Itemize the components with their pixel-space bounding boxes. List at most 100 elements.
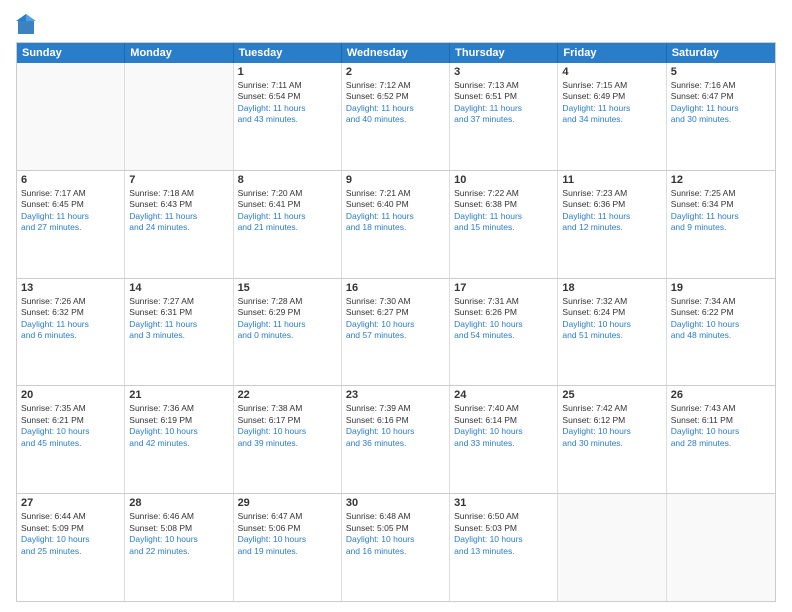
day-number: 24 bbox=[454, 389, 553, 401]
day-number: 6 bbox=[21, 174, 120, 186]
cal-cell: 11 Sunrise: 7:23 AMSunset: 6:36 PMDayligh… bbox=[558, 171, 666, 278]
cal-cell: 23 Sunrise: 7:39 AMSunset: 6:16 PMDayligh… bbox=[342, 386, 450, 493]
cal-cell: 7 Sunrise: 7:18 AMSunset: 6:43 PMDaylight… bbox=[125, 171, 233, 278]
cell-info: Sunrise: 7:23 AMSunset: 6:36 PMDaylight:… bbox=[562, 188, 661, 234]
day-number: 16 bbox=[346, 282, 445, 294]
weekday-header: Monday bbox=[125, 43, 233, 63]
cell-info: Sunrise: 7:20 AMSunset: 6:41 PMDaylight:… bbox=[238, 188, 337, 234]
cell-info: Sunrise: 7:16 AMSunset: 6:47 PMDaylight:… bbox=[671, 80, 771, 126]
cell-info: Sunrise: 7:26 AMSunset: 6:32 PMDaylight:… bbox=[21, 296, 120, 342]
day-number: 22 bbox=[238, 389, 337, 401]
day-number: 5 bbox=[671, 66, 771, 78]
cal-cell bbox=[667, 494, 775, 601]
cal-cell: 12 Sunrise: 7:25 AMSunset: 6:34 PMDayligh… bbox=[667, 171, 775, 278]
weekday-header: Thursday bbox=[450, 43, 558, 63]
cell-info: Sunrise: 7:35 AMSunset: 6:21 PMDaylight:… bbox=[21, 403, 120, 449]
cal-cell bbox=[558, 494, 666, 601]
week-row-5: 27 Sunrise: 6:44 AMSunset: 5:09 PMDayligh… bbox=[17, 494, 775, 601]
day-number: 23 bbox=[346, 389, 445, 401]
day-number: 2 bbox=[346, 66, 445, 78]
cal-cell: 14 Sunrise: 7:27 AMSunset: 6:31 PMDayligh… bbox=[125, 279, 233, 386]
cell-info: Sunrise: 7:39 AMSunset: 6:16 PMDaylight:… bbox=[346, 403, 445, 449]
cell-info: Sunrise: 7:31 AMSunset: 6:26 PMDaylight:… bbox=[454, 296, 553, 342]
day-number: 7 bbox=[129, 174, 228, 186]
cell-info: Sunrise: 6:47 AMSunset: 5:06 PMDaylight:… bbox=[238, 511, 337, 557]
cell-info: Sunrise: 6:50 AMSunset: 5:03 PMDaylight:… bbox=[454, 511, 553, 557]
cell-info: Sunrise: 7:43 AMSunset: 6:11 PMDaylight:… bbox=[671, 403, 771, 449]
weekday-header: Saturday bbox=[667, 43, 775, 63]
day-number: 8 bbox=[238, 174, 337, 186]
day-number: 21 bbox=[129, 389, 228, 401]
cell-info: Sunrise: 7:13 AMSunset: 6:51 PMDaylight:… bbox=[454, 80, 553, 126]
cell-info: Sunrise: 7:32 AMSunset: 6:24 PMDaylight:… bbox=[562, 296, 661, 342]
logo-icon bbox=[16, 12, 36, 36]
cal-cell: 22 Sunrise: 7:38 AMSunset: 6:17 PMDayligh… bbox=[234, 386, 342, 493]
cal-cell: 21Sunrise: 7:36 AMSunset: 6:19 PMDayligh… bbox=[125, 386, 233, 493]
day-number: 4 bbox=[562, 66, 661, 78]
cal-cell: 30 Sunrise: 6:48 AMSunset: 5:05 PMDayligh… bbox=[342, 494, 450, 601]
cell-info: Sunrise: 6:48 AMSunset: 5:05 PMDaylight:… bbox=[346, 511, 445, 557]
day-number: 31 bbox=[454, 497, 553, 509]
cal-cell: 26Sunrise: 7:43 AMSunset: 6:11 PMDayligh… bbox=[667, 386, 775, 493]
week-row-3: 13 Sunrise: 7:26 AMSunset: 6:32 PMDayligh… bbox=[17, 279, 775, 387]
logo bbox=[16, 12, 38, 36]
weekday-header: Friday bbox=[558, 43, 666, 63]
day-number: 19 bbox=[671, 282, 771, 294]
cell-info: Sunrise: 7:42 AMSunset: 6:12 PMDaylight:… bbox=[562, 403, 661, 449]
cell-info: Sunrise: 6:44 AMSunset: 5:09 PMDaylight:… bbox=[21, 511, 120, 557]
day-number: 12 bbox=[671, 174, 771, 186]
cal-cell bbox=[17, 63, 125, 170]
cal-cell: 31 Sunrise: 6:50 AMSunset: 5:03 PMDayligh… bbox=[450, 494, 558, 601]
cell-info: Sunrise: 7:22 AMSunset: 6:38 PMDaylight:… bbox=[454, 188, 553, 234]
calendar-header: SundayMondayTuesdayWednesdayThursdayFrid… bbox=[17, 43, 775, 63]
cal-cell: 8 Sunrise: 7:20 AMSunset: 6:41 PMDaylight… bbox=[234, 171, 342, 278]
day-number: 11 bbox=[562, 174, 661, 186]
cell-info: Sunrise: 7:34 AMSunset: 6:22 PMDaylight:… bbox=[671, 296, 771, 342]
cal-cell: 17 Sunrise: 7:31 AMSunset: 6:26 PMDayligh… bbox=[450, 279, 558, 386]
day-number: 25 bbox=[562, 389, 661, 401]
cal-cell bbox=[125, 63, 233, 170]
cal-cell: 27 Sunrise: 6:44 AMSunset: 5:09 PMDayligh… bbox=[17, 494, 125, 601]
day-number: 29 bbox=[238, 497, 337, 509]
cal-cell: 10 Sunrise: 7:22 AMSunset: 6:38 PMDayligh… bbox=[450, 171, 558, 278]
day-number: 10 bbox=[454, 174, 553, 186]
week-row-4: 20 Sunrise: 7:35 AMSunset: 6:21 PMDayligh… bbox=[17, 386, 775, 494]
cal-cell: 28Sunrise: 6:46 AMSunset: 5:08 PMDayligh… bbox=[125, 494, 233, 601]
weekday-header: Wednesday bbox=[342, 43, 450, 63]
weekday-header: Sunday bbox=[17, 43, 125, 63]
day-number: 30 bbox=[346, 497, 445, 509]
cal-cell: 9 Sunrise: 7:21 AMSunset: 6:40 PMDaylight… bbox=[342, 171, 450, 278]
cal-cell: 16Sunrise: 7:30 AMSunset: 6:27 PMDayligh… bbox=[342, 279, 450, 386]
cell-info: Sunrise: 7:12 AMSunset: 6:52 PMDaylight:… bbox=[346, 80, 445, 126]
day-number: 9 bbox=[346, 174, 445, 186]
day-number: 14 bbox=[129, 282, 228, 294]
day-number: 17 bbox=[454, 282, 553, 294]
cal-cell: 2 Sunrise: 7:12 AMSunset: 6:52 PMDaylight… bbox=[342, 63, 450, 170]
cell-info: Sunrise: 7:18 AMSunset: 6:43 PMDaylight:… bbox=[129, 188, 228, 234]
cal-cell: 3 Sunrise: 7:13 AMSunset: 6:51 PMDaylight… bbox=[450, 63, 558, 170]
calendar-body: 1Sunrise: 7:11 AMSunset: 6:54 PMDaylight… bbox=[17, 63, 775, 601]
day-number: 3 bbox=[454, 66, 553, 78]
cal-cell: 18Sunrise: 7:32 AMSunset: 6:24 PMDayligh… bbox=[558, 279, 666, 386]
cal-cell: 13 Sunrise: 7:26 AMSunset: 6:32 PMDayligh… bbox=[17, 279, 125, 386]
week-row-2: 6Sunrise: 7:17 AMSunset: 6:45 PMDaylight… bbox=[17, 171, 775, 279]
cal-cell: 5 Sunrise: 7:16 AMSunset: 6:47 PMDaylight… bbox=[667, 63, 775, 170]
cell-info: Sunrise: 7:40 AMSunset: 6:14 PMDaylight:… bbox=[454, 403, 553, 449]
cell-info: Sunrise: 7:27 AMSunset: 6:31 PMDaylight:… bbox=[129, 296, 228, 342]
cal-cell: 1Sunrise: 7:11 AMSunset: 6:54 PMDaylight… bbox=[234, 63, 342, 170]
cal-cell: 29 Sunrise: 6:47 AMSunset: 5:06 PMDayligh… bbox=[234, 494, 342, 601]
cell-info: Sunrise: 7:21 AMSunset: 6:40 PMDaylight:… bbox=[346, 188, 445, 234]
cal-cell: 6Sunrise: 7:17 AMSunset: 6:45 PMDaylight… bbox=[17, 171, 125, 278]
day-number: 20 bbox=[21, 389, 120, 401]
cell-info: Sunrise: 7:38 AMSunset: 6:17 PMDaylight:… bbox=[238, 403, 337, 449]
weekday-header: Tuesday bbox=[234, 43, 342, 63]
cal-cell: 15Sunrise: 7:28 AMSunset: 6:29 PMDayligh… bbox=[234, 279, 342, 386]
cal-cell: 25 Sunrise: 7:42 AMSunset: 6:12 PMDayligh… bbox=[558, 386, 666, 493]
day-number: 27 bbox=[21, 497, 120, 509]
calendar: SundayMondayTuesdayWednesdayThursdayFrid… bbox=[16, 42, 776, 602]
day-number: 13 bbox=[21, 282, 120, 294]
cell-info: Sunrise: 7:25 AMSunset: 6:34 PMDaylight:… bbox=[671, 188, 771, 234]
cell-info: Sunrise: 7:11 AMSunset: 6:54 PMDaylight:… bbox=[238, 80, 337, 126]
week-row-1: 1Sunrise: 7:11 AMSunset: 6:54 PMDaylight… bbox=[17, 63, 775, 171]
cell-info: Sunrise: 7:28 AMSunset: 6:29 PMDaylight:… bbox=[238, 296, 337, 342]
